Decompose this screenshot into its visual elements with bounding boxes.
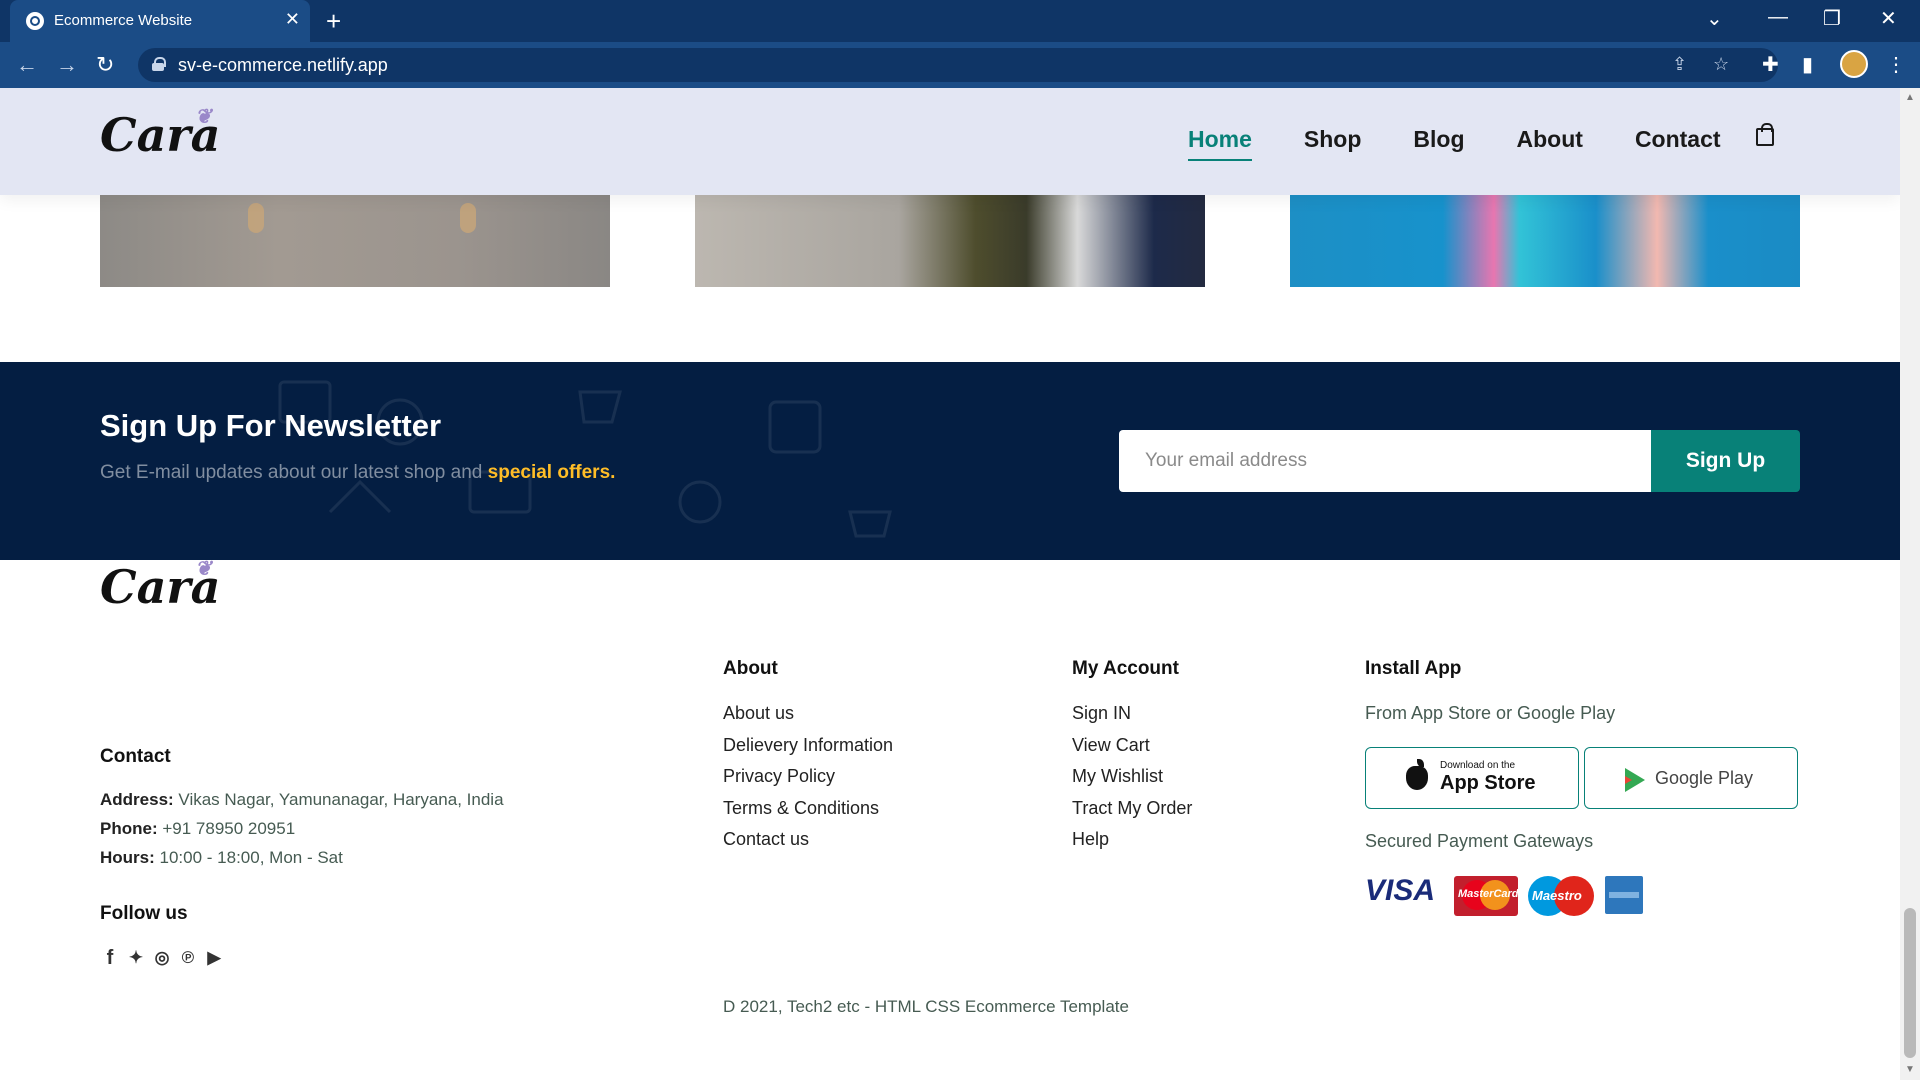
nav-contact[interactable]: Contact — [1635, 126, 1721, 153]
copyright-text: D 2021, Tech2 etc - HTML CSS Ecommerce T… — [723, 997, 1129, 1016]
follow-heading: Follow us — [100, 903, 188, 924]
about-heading: About — [723, 658, 778, 679]
footer-link-wishlist[interactable]: My Wishlist — [1072, 766, 1163, 787]
side-panel-icon[interactable]: ▮ — [1802, 52, 1813, 77]
nav-home[interactable]: Home — [1188, 126, 1252, 161]
payment-gateways-label: Secured Payment Gateways — [1365, 831, 1594, 851]
footer-link-terms[interactable]: Terms & Conditions — [723, 798, 879, 819]
lavender-icon: ❦ — [195, 104, 212, 128]
site-header: Cara ❦ Home Shop Blog About Contact — [0, 88, 1900, 195]
newsletter-pattern — [278, 380, 892, 538]
earring-shape — [460, 203, 476, 233]
main-nav: Home Shop Blog About Contact — [1188, 126, 1773, 161]
install-app-subtitle: From App Store or Google Play — [1365, 703, 1616, 723]
kebab-menu-icon[interactable]: ⋮ — [1886, 52, 1906, 77]
browser-toolbar: ← → ↻ sv-e-commerce.netlify.app ⇪ ☆ ✚ ▮ … — [0, 42, 1920, 88]
hours-label: Hours: — [100, 848, 155, 867]
globe-icon — [26, 12, 44, 30]
nav-blog[interactable]: Blog — [1413, 126, 1464, 153]
site-logo[interactable]: Cara ❦ — [100, 104, 220, 162]
minimize-icon[interactable]: — — [1768, 6, 1788, 29]
tab-search-icon[interactable]: ⌄ — [1706, 6, 1723, 31]
youtube-icon[interactable]: ▶ — [204, 948, 224, 968]
banner-image-jackets[interactable] — [695, 195, 1205, 287]
install-app-heading: Install App — [1365, 658, 1462, 679]
browser-tabstrip: Ecommerce Website ✕ + ⌄ — ❐ ✕ — [0, 0, 1920, 42]
hours-value: 10:00 - 18:00, Mon - Sat — [159, 848, 343, 867]
mastercard-logo: MasterCard — [1454, 876, 1519, 916]
app-store-small-text: Download on the — [1440, 760, 1516, 771]
phone-line: Phone: +91 78950 20951 — [100, 819, 295, 839]
app-store-big-text: App Store — [1440, 772, 1536, 794]
nav-about[interactable]: About — [1517, 126, 1583, 153]
special-offers-highlight: special offers. — [487, 462, 616, 483]
footer-link-delivery[interactable]: Delievery Information — [723, 735, 893, 756]
hours-line: Hours: 10:00 - 18:00, Mon - Sat — [100, 848, 343, 868]
maestro-text: Maestro — [1532, 888, 1582, 903]
my-account-heading: My Account — [1072, 658, 1179, 679]
restore-icon[interactable]: ❐ — [1823, 6, 1841, 31]
google-play-icon — [1625, 768, 1645, 792]
footer-link-privacy[interactable]: Privacy Policy — [723, 766, 835, 787]
apple-icon — [1406, 759, 1428, 790]
footer-link-about-us[interactable]: About us — [723, 703, 794, 724]
footer-link-contact-us[interactable]: Contact us — [723, 829, 809, 850]
share-icon[interactable]: ⇪ — [1672, 54, 1687, 75]
newsletter-signup-button[interactable]: Sign Up — [1651, 430, 1800, 492]
visa-logo: VISA — [1365, 874, 1436, 907]
newsletter-subtitle: Get E-mail updates about our latest shop… — [100, 462, 615, 484]
google-play-button[interactable]: Google Play — [1584, 747, 1798, 809]
twitter-icon[interactable]: ✦ — [126, 948, 146, 968]
footer-link-track-order[interactable]: Tract My Order — [1072, 798, 1192, 819]
close-icon[interactable]: ✕ — [285, 9, 300, 30]
footer-link-view-cart[interactable]: View Cart — [1072, 735, 1150, 756]
lavender-icon: ❦ — [195, 556, 212, 580]
address-bar[interactable]: sv-e-commerce.netlify.app ⇪ ☆ — [138, 48, 1778, 82]
banner-image-jewelry[interactable] — [100, 195, 610, 287]
pinterest-icon[interactable]: ℗ — [178, 948, 198, 968]
newsletter-email-input[interactable] — [1119, 430, 1651, 492]
amex-logo — [1605, 876, 1643, 914]
url-text[interactable]: sv-e-commerce.netlify.app — [178, 55, 388, 76]
shopping-bag-icon[interactable] — [1756, 123, 1774, 146]
instagram-icon[interactable]: ◎ — [152, 948, 172, 968]
contact-heading: Contact — [100, 746, 171, 767]
facebook-icon[interactable]: f — [100, 948, 120, 968]
social-links: f ✦ ◎ ℗ ▶ — [100, 948, 224, 968]
banner-image-shopping[interactable] — [1290, 195, 1800, 287]
app-store-button[interactable]: Download on the App Store — [1365, 747, 1579, 809]
footer-link-sign-in[interactable]: Sign IN — [1072, 703, 1131, 724]
address-line: Address: Vikas Nagar, Yamunanagar, Harya… — [100, 790, 504, 810]
scroll-up-arrow-icon[interactable]: ▲ — [1905, 92, 1915, 103]
google-play-text: Google Play — [1655, 768, 1754, 788]
page-scrollbar[interactable]: ▲ ▼ — [1900, 88, 1920, 1080]
puzzle-extension-icon[interactable]: ✚ — [1762, 52, 1779, 77]
maestro-logo: Maestro — [1528, 876, 1594, 916]
newsletter-title: Sign Up For Newsletter — [100, 408, 442, 443]
star-icon[interactable]: ☆ — [1713, 54, 1729, 75]
profile-avatar[interactable] — [1840, 50, 1868, 78]
newsletter-subtitle-text: Get E-mail updates about our latest shop… — [100, 462, 488, 483]
tab-title: Ecommerce Website — [54, 12, 193, 29]
address-value: Vikas Nagar, Yamunanagar, Haryana, India — [178, 790, 504, 809]
reload-icon[interactable]: ↻ — [96, 52, 114, 78]
scroll-thumb[interactable] — [1904, 908, 1916, 1058]
footer-logo[interactable]: Cara ❦ — [100, 556, 220, 614]
lock-icon[interactable] — [152, 57, 166, 71]
mastercard-text: MasterCard — [1458, 888, 1519, 900]
nav-shop[interactable]: Shop — [1304, 126, 1362, 153]
footer-link-help[interactable]: Help — [1072, 829, 1109, 850]
address-label: Address: — [100, 790, 174, 809]
new-tab-button[interactable]: + — [326, 6, 341, 37]
back-arrow-icon[interactable]: ← — [16, 52, 38, 78]
earring-shape — [248, 203, 264, 233]
window-close-icon[interactable]: ✕ — [1880, 6, 1897, 31]
phone-label: Phone: — [100, 819, 158, 838]
browser-tab[interactable]: Ecommerce Website ✕ — [10, 0, 310, 42]
forward-arrow-icon[interactable]: → — [56, 52, 78, 78]
phone-value: +91 78950 20951 — [162, 819, 296, 838]
page-viewport: Cara ❦ Home Shop Blog About Contact Sign… — [0, 88, 1900, 1080]
scroll-down-arrow-icon[interactable]: ▼ — [1905, 1064, 1915, 1075]
